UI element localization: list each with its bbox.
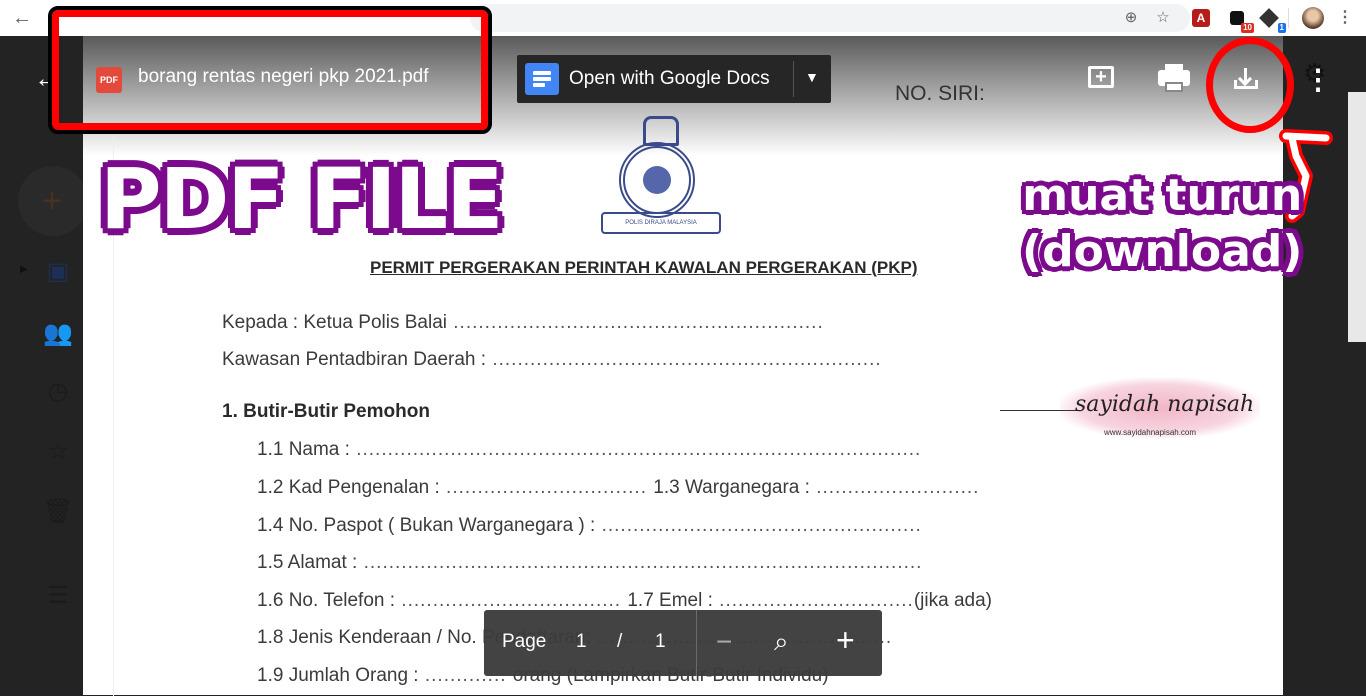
- page-zoom-toolbar: Page 1 / 1 − ⌕ +: [484, 610, 882, 676]
- recent-clock-icon[interactable]: ◷: [40, 374, 76, 410]
- field-name: 1.1 Nama : .............................…: [257, 439, 922, 460]
- police-crest-logo: POLIS DIRAJA MALAYSIA: [597, 112, 721, 252]
- button-divider: [793, 61, 794, 97]
- serial-number-label: NO. SIRI:: [895, 82, 985, 105]
- download-annotation: muat turun (download): [1022, 168, 1302, 280]
- browser-menu-icon[interactable]: ⋮: [1334, 7, 1356, 29]
- my-drive-icon[interactable]: ▣: [40, 254, 76, 290]
- extension-cube-icon[interactable]: 1: [1258, 7, 1286, 33]
- drive-sidebar: + ▶ ▣ 👥 ◷ ☆ 🗑 ☰: [0, 36, 88, 695]
- zoom-out-button[interactable]: −: [716, 626, 732, 658]
- extension-badge-count: 10: [1241, 23, 1254, 33]
- filename-highlight-box: [48, 6, 492, 134]
- plus-icon: +: [42, 182, 62, 220]
- download-annotation-line1: muat turun: [1022, 170, 1303, 221]
- trash-icon[interactable]: 🗑: [40, 494, 76, 530]
- starred-icon[interactable]: ☆: [40, 434, 76, 470]
- storage-icon[interactable]: ☰: [40, 578, 76, 614]
- section-title: 1. Butir-Butir Pemohon: [222, 401, 430, 422]
- open-with-label: Open with Google Docs: [569, 68, 770, 89]
- more-options-icon[interactable]: ⋮: [1298, 60, 1338, 100]
- shared-with-me-icon[interactable]: 👥: [40, 316, 76, 352]
- zoom-magnifier-icon[interactable]: ⌕: [774, 626, 789, 658]
- acrobat-extension-icon[interactable]: A: [1192, 9, 1210, 27]
- download-annotation-line2: (download): [1022, 226, 1303, 277]
- google-docs-icon: [525, 63, 559, 95]
- page-separator: /: [617, 631, 623, 652]
- zoom-icon[interactable]: ⊕: [1120, 7, 1142, 29]
- bookmark-star-icon[interactable]: ☆: [1152, 7, 1174, 29]
- back-arrow-icon[interactable]: ←: [10, 6, 34, 30]
- extension-cube-count: 1: [1277, 23, 1286, 33]
- download-highlight-circle: [1206, 37, 1294, 133]
- current-page-input[interactable]: 1: [576, 631, 587, 653]
- new-button[interactable]: +: [18, 166, 88, 236]
- watermark: sayidah napisah www.sayidahnapisah.com: [1000, 368, 1280, 448]
- form-title: PERMIT PERGERAKAN PERINTAH KAWALAN PERGE…: [370, 258, 918, 277]
- field-phone: 1.6 No. Telefon : ......................…: [257, 590, 992, 611]
- crest-caption: POLIS DIRAJA MALAYSIA: [601, 212, 721, 234]
- pdf-page: NO. SIRI: POLIS DIRAJA MALAYSIA PERMIT P…: [83, 36, 1283, 696]
- profile-avatar[interactable]: [1302, 7, 1324, 29]
- total-pages: 1: [655, 631, 666, 652]
- field-passport: 1.4 No. Paspot ( Bukan Warganegara ) : .…: [257, 515, 922, 536]
- address-bar[interactable]: [470, 4, 1190, 32]
- to-line: Kepada : Ketua Polis Balai .............…: [222, 312, 824, 333]
- watermark-stroke: [1000, 410, 1080, 411]
- open-with-google-docs-button[interactable]: Open with Google Docs ▼: [517, 55, 831, 103]
- zoom-in-button[interactable]: +: [836, 622, 855, 659]
- pdf-file-annotation: PDF FILE: [100, 150, 503, 248]
- toolbar-divider: [696, 610, 697, 676]
- caret-down-icon[interactable]: ▼: [805, 69, 819, 85]
- watermark-name: sayidah napisah: [1075, 392, 1255, 417]
- print-icon[interactable]: [1154, 60, 1194, 100]
- field-ic: 1.2 Kad Pengenalan : ...................…: [257, 477, 980, 498]
- page-label: Page: [502, 631, 547, 652]
- field-address: 1.5 Alamat : ...........................…: [257, 552, 923, 573]
- toolbar-divider: [1288, 8, 1289, 28]
- extension-badge-icon[interactable]: 10: [1226, 7, 1254, 33]
- expand-arrow-icon[interactable]: ▶: [20, 264, 28, 275]
- district-line: Kawasan Pentadbiran Daerah : ...........…: [222, 349, 882, 370]
- add-comment-icon[interactable]: +: [1082, 60, 1122, 100]
- scrollbar[interactable]: [1348, 92, 1366, 342]
- watermark-url: www.sayidahnapisah.com: [1104, 428, 1197, 437]
